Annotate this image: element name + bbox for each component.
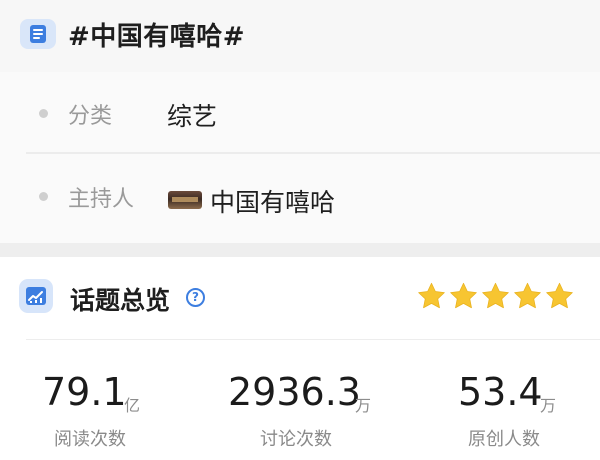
stat-label: 原创人数 [468, 429, 540, 450]
topic-header: #中国有嘻哈# [0, 0, 600, 72]
help-icon[interactable]: ? [186, 288, 205, 307]
category-row: 分类 综艺 [0, 72, 600, 152]
stat-value: 2936.3 [228, 370, 361, 414]
host-name-link[interactable]: 中国有嘻哈 [210, 183, 335, 219]
stat-value: 53.4 [458, 370, 543, 414]
topic-info-panel: #中国有嘻哈# 分类 综艺 主持人 中国有嘻哈 [0, 0, 600, 243]
stat-unit: 万 [540, 396, 557, 415]
overview-divider [26, 339, 600, 340]
star-icon [418, 282, 445, 309]
overview-header: 话题总览 ? [0, 257, 600, 339]
star-icon [546, 282, 573, 309]
row-divider [26, 152, 600, 154]
category-label: 分类 [68, 104, 113, 129]
stat-label: 讨论次数 [260, 429, 332, 450]
stat-unit: 万 [355, 396, 372, 415]
topic-overview-panel: 话题总览 ? 79.1 亿 阅读次数 2936.3 万 讨论次数 53.4 万 … [0, 257, 600, 460]
stat-label: 阅读次数 [54, 429, 126, 450]
bullet-dot [39, 192, 48, 201]
overview-title: 话题总览 [70, 286, 171, 315]
stat-unit: 亿 [124, 396, 141, 415]
host-avatar[interactable] [168, 191, 202, 209]
star-icon [514, 282, 541, 309]
list-doc-icon [20, 19, 56, 49]
bar-chart-icon [19, 279, 53, 313]
star-icon [482, 282, 509, 309]
bullet-dot [39, 109, 48, 118]
host-row: 主持人 中国有嘻哈 [0, 155, 600, 235]
rating-stars [416, 281, 576, 313]
stat-value: 79.1 [42, 370, 127, 414]
topic-title: #中国有嘻哈# [68, 22, 246, 52]
section-separator [0, 243, 600, 257]
star-icon [450, 282, 477, 309]
host-label: 主持人 [68, 187, 135, 212]
category-value[interactable]: 综艺 [167, 97, 217, 133]
